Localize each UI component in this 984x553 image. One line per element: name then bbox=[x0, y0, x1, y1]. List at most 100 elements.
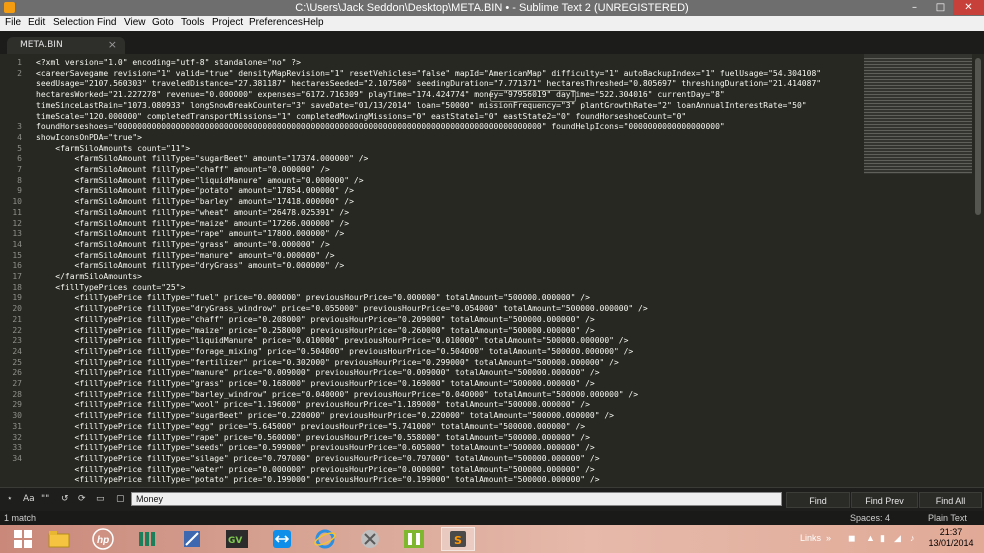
whole-word-option[interactable]: "" bbox=[41, 494, 49, 504]
code-line[interactable]: <fillTypePrice fillType="fuel" price="0.… bbox=[36, 293, 590, 302]
up-arrow-icon[interactable]: ▲ bbox=[866, 533, 875, 543]
code-line[interactable]: <farmSiloAmount fillType="manure" amount… bbox=[36, 251, 335, 260]
svg-text:hp: hp bbox=[97, 535, 109, 546]
case-sensitive-option[interactable]: Aa bbox=[23, 494, 35, 504]
code-line[interactable]: <fillTypePrice fillType="silage" price="… bbox=[36, 454, 600, 463]
code-line[interactable]: </farmSiloAmounts> bbox=[36, 272, 142, 281]
code-line[interactable]: <fillTypePrice fillType="chaff" price="0… bbox=[36, 315, 595, 324]
menu-project[interactable]: Project bbox=[212, 17, 243, 28]
sublime-text-icon[interactable]: S bbox=[441, 527, 475, 551]
app-icon[interactable] bbox=[175, 527, 209, 551]
find-button[interactable]: Find bbox=[786, 492, 850, 508]
code-line[interactable]: timeScale="120.000000" completedTranspor… bbox=[36, 112, 686, 121]
code-line[interactable]: <fillTypePrice fillType="grass" price="0… bbox=[36, 379, 595, 388]
indentation-setting[interactable]: Spaces: 4 bbox=[850, 513, 890, 523]
close-button[interactable]: ✕ bbox=[953, 0, 984, 15]
links-toolbar[interactable]: Links bbox=[800, 533, 821, 543]
hp-icon[interactable]: hp bbox=[86, 527, 120, 551]
xbox-icon[interactable] bbox=[353, 527, 387, 551]
chevron-icon[interactable]: » bbox=[826, 533, 831, 543]
code-line[interactable]: <?xml version="1.0" encoding="utf-8" sta… bbox=[36, 58, 301, 67]
menu-help[interactable]: Help bbox=[303, 17, 324, 28]
code-line[interactable]: <farmSiloAmount fillType="grass" amount=… bbox=[36, 240, 330, 249]
tray-app-icon[interactable]: ◼ bbox=[848, 533, 855, 544]
svg-text:S: S bbox=[454, 534, 462, 547]
menu-view[interactable]: View bbox=[124, 17, 146, 28]
vertical-scrollbar-thumb[interactable] bbox=[975, 58, 981, 215]
code-line[interactable]: <farmSiloAmount fillType="chaff" amount=… bbox=[36, 165, 330, 174]
menu-preferences[interactable]: Preferences bbox=[249, 17, 303, 28]
find-panel: ⋆ Aa "" ↺ ⟳ ▭ ▢ Money Find Find Prev Fin… bbox=[0, 487, 984, 512]
tab-meta-bin[interactable]: META.BIN × bbox=[7, 37, 125, 54]
code-line[interactable]: <fillTypePrice fillType="forage_mixing" … bbox=[36, 347, 634, 356]
code-line[interactable]: seedUsage="2107.560303" traveledDistance… bbox=[36, 79, 821, 88]
gta-icon[interactable]: GV bbox=[220, 527, 254, 551]
battery-icon[interactable]: ▮ bbox=[880, 533, 885, 544]
windows-taskbar: hp GV S Links » ◼ ▲ ▮ ◢ ♪ 21:37 13/01/20… bbox=[0, 525, 984, 553]
start-icon[interactable] bbox=[6, 527, 40, 551]
highlight-matches-option-icon[interactable]: ▢ bbox=[116, 494, 125, 504]
code-line[interactable]: <fillTypePrice fillType="fertilizer" pri… bbox=[36, 358, 619, 367]
jt-icon[interactable] bbox=[130, 527, 164, 551]
code-line[interactable]: <fillTypePrice fillType="maize" price="0… bbox=[36, 326, 595, 335]
code-line[interactable]: <farmSiloAmount fillType="dryGrass" amou… bbox=[36, 261, 345, 270]
menu-edit[interactable]: Edit bbox=[28, 17, 45, 28]
code-line[interactable]: <farmSiloAmount fillType="wheat" amount=… bbox=[36, 208, 350, 217]
tab-label: META.BIN bbox=[20, 40, 63, 50]
teamviewer-icon[interactable] bbox=[265, 527, 299, 551]
regex-option-icon[interactable]: ⋆ bbox=[7, 494, 13, 504]
in-selection-option-icon[interactable]: ▭ bbox=[96, 494, 105, 504]
code-line[interactable]: hectaresWorked="21.227278" revenue="0.00… bbox=[36, 90, 725, 99]
code-line[interactable]: <fillTypePrice fillType="wool" price="1.… bbox=[36, 400, 590, 409]
find-prev-button[interactable]: Find Prev bbox=[851, 492, 918, 508]
code-line[interactable]: <fillTypePrice fillType="liquidManure" p… bbox=[36, 336, 629, 345]
clock-date: 13/01/2014 bbox=[928, 538, 974, 548]
code-line[interactable]: foundHorseshoes="00000000000000000000000… bbox=[36, 122, 725, 131]
find-input[interactable]: Money bbox=[131, 492, 782, 506]
editor-area[interactable]: 1 2 3 4 5 6 7 8 9 10 11 12 13 14 15 16 17 18 19 20 21 22 23 24 2… bbox=[0, 54, 984, 487]
code-line[interactable]: showIconsOnPDA="true"> bbox=[36, 133, 142, 142]
ie-icon[interactable] bbox=[308, 527, 342, 551]
reverse-option-icon[interactable]: ↺ bbox=[61, 494, 69, 504]
menu-find[interactable]: Find bbox=[97, 17, 116, 28]
code-line[interactable]: <fillTypePrice fillType="water" price="0… bbox=[36, 465, 595, 474]
find-all-button[interactable]: Find All bbox=[919, 492, 982, 508]
tab-close-icon[interactable]: × bbox=[108, 38, 117, 51]
menu-goto[interactable]: Goto bbox=[152, 17, 174, 28]
code-line[interactable]: <careerSavegame revision="1" valid="true… bbox=[36, 69, 821, 78]
menu-tools[interactable]: Tools bbox=[181, 17, 204, 28]
code-line[interactable]: <fillTypePrice fillType="dryGrass_windro… bbox=[36, 304, 648, 313]
system-clock[interactable]: 21:37 13/01/2014 bbox=[925, 527, 977, 549]
code-line[interactable]: <farmSiloAmount fillType="rape" amount="… bbox=[36, 229, 345, 238]
code-line[interactable]: <fillTypePrice fillType="egg" price="5.6… bbox=[36, 422, 586, 431]
code-line[interactable]: <fillTypePrice fillType="rape" price="0.… bbox=[36, 433, 590, 442]
code-line[interactable]: <fillTypePrice fillType="manure" price="… bbox=[36, 368, 600, 377]
code-line[interactable]: <farmSiloAmounts count="11"> bbox=[36, 144, 190, 153]
code-line[interactable]: <farmSiloAmount fillType="maize" amount=… bbox=[36, 219, 350, 228]
volume-icon[interactable]: ♪ bbox=[910, 533, 915, 543]
farming-simulator-icon[interactable] bbox=[397, 527, 431, 551]
code-line[interactable]: <fillTypePrice fillType="barley_windrow"… bbox=[36, 390, 639, 399]
code-line[interactable]: <farmSiloAmount fillType="potato" amount… bbox=[36, 186, 354, 195]
code-line[interactable]: <farmSiloAmount fillType="liquidManure" … bbox=[36, 176, 364, 185]
code-line[interactable]: <fillTypePrices count="25"> bbox=[36, 283, 185, 292]
menu-file[interactable]: File bbox=[5, 17, 21, 28]
code-line[interactable]: <farmSiloAmount fillType="sugarBeet" amo… bbox=[36, 154, 369, 163]
minimap[interactable] bbox=[864, 58, 972, 173]
code-line[interactable]: <fillTypePrice fillType="seeds" price="0… bbox=[36, 443, 595, 452]
wrap-option-icon[interactable]: ⟳ bbox=[78, 494, 86, 504]
file-explorer-icon[interactable] bbox=[42, 527, 76, 551]
menu-selection[interactable]: Selection bbox=[53, 17, 94, 28]
code-view[interactable]: <?xml version="1.0" encoding="utf-8" sta… bbox=[0, 54, 862, 487]
minimize-button[interactable]: – bbox=[902, 0, 927, 15]
maximize-button[interactable]: □ bbox=[928, 0, 953, 15]
syntax-setting[interactable]: Plain Text bbox=[928, 513, 967, 523]
code-line[interactable]: <fillTypePrice fillType="sugarBeet" pric… bbox=[36, 411, 614, 420]
status-bar: 1 match Spaces: 4 Plain Text bbox=[0, 511, 984, 525]
code-line[interactable]: <farmSiloAmount fillType="barley" amount… bbox=[36, 197, 354, 206]
code-line[interactable]: <fillTypePrice fillType="potato" price="… bbox=[36, 475, 600, 484]
code-line[interactable]: timeSinceLastRain="1073.080933" longSnow… bbox=[36, 101, 807, 110]
window-title: C:\Users\Jack Seddon\Desktop\META.BIN • … bbox=[295, 2, 689, 14]
wifi-icon[interactable]: ◢ bbox=[894, 533, 901, 544]
svg-text:GV: GV bbox=[228, 536, 242, 546]
